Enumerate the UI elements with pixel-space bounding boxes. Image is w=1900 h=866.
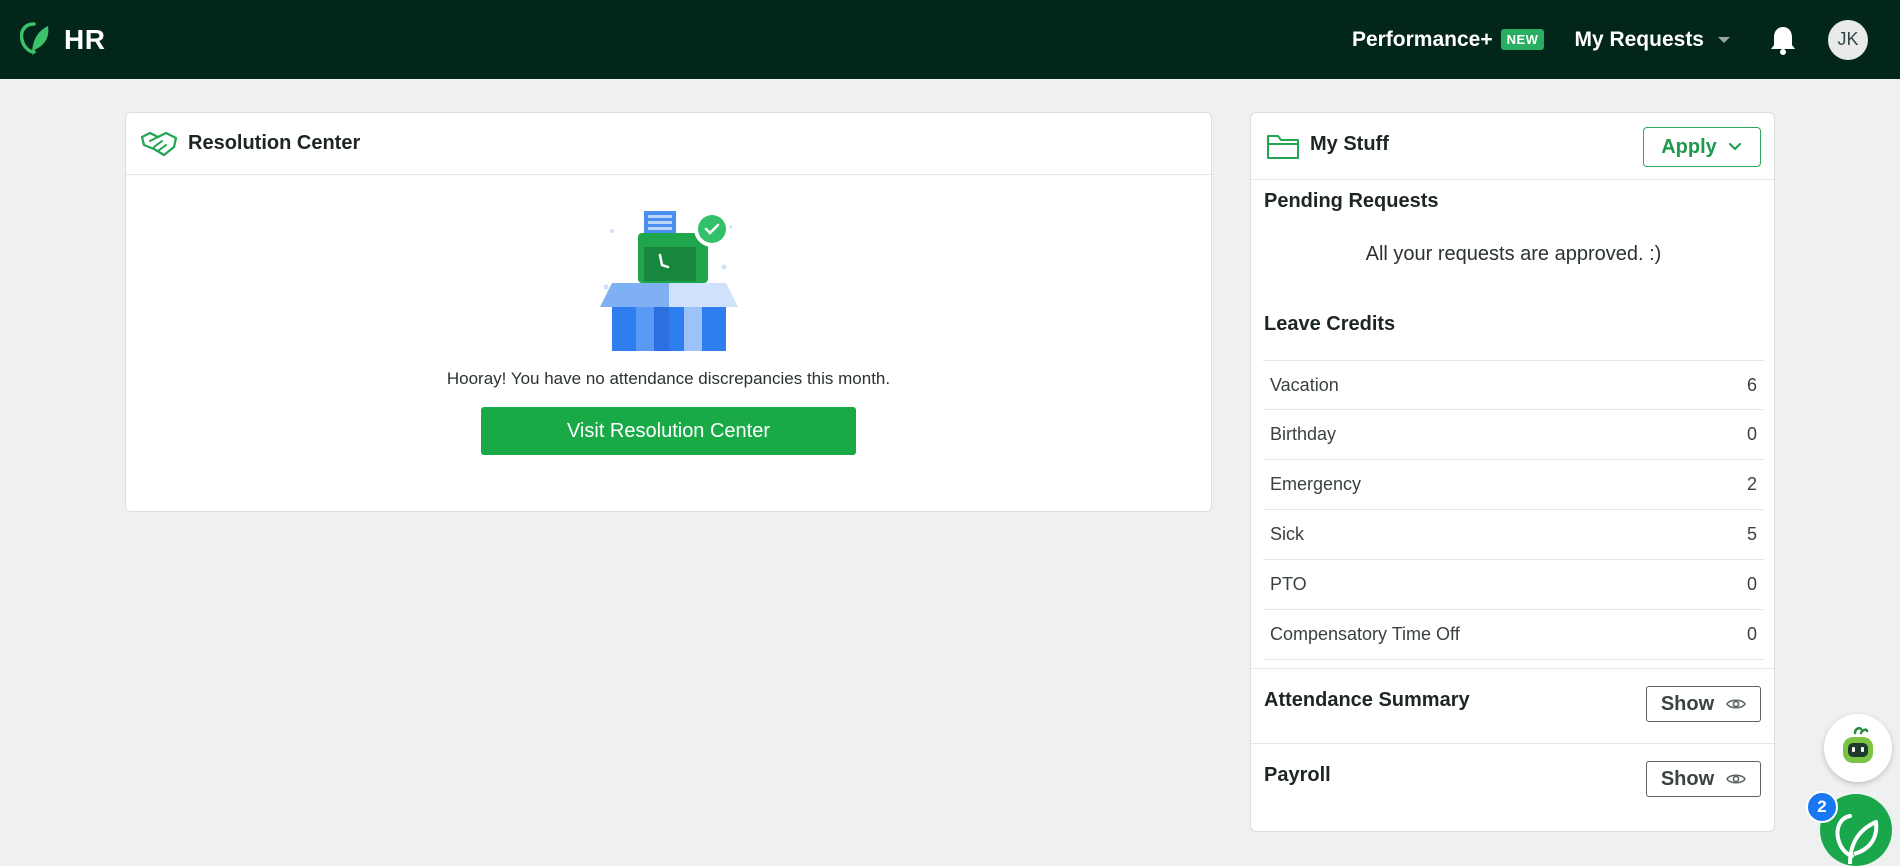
list-item: PTO 0 [1263, 560, 1764, 610]
leave-value: 0 [1746, 624, 1757, 644]
leave-value: 6 [1746, 374, 1757, 395]
leave-type: Compensatory Time Off [1270, 624, 1460, 644]
chevron-down-icon [1728, 143, 1741, 151]
show-attendance-button[interactable]: Show [1646, 686, 1761, 722]
list-item: Vacation 6 [1263, 360, 1764, 410]
avatar[interactable]: JK [1828, 19, 1868, 60]
leave-type: PTO [1270, 574, 1307, 594]
leave-value: 2 [1746, 474, 1757, 494]
show-payroll-button[interactable]: Show [1646, 761, 1761, 797]
notification-count-badge: 2 [1806, 791, 1838, 823]
resolution-center-card: Resolution Center Hooray! You have no at [125, 112, 1212, 512]
resolution-center-header: Resolution Center [126, 113, 1211, 175]
no-discrepancies-message: Hooray! You have no attendance discrepan… [446, 369, 891, 388]
leave-type: Birthday [1270, 424, 1337, 444]
list-item: Sick 5 [1263, 510, 1764, 560]
empty-box-illustration [599, 211, 738, 351]
folder-icon [1267, 135, 1299, 159]
eye-icon [1726, 774, 1747, 784]
performance-plus-link[interactable]: Performance+ NEW [1352, 28, 1545, 52]
brand[interactable]: HR [20, 20, 105, 60]
apply-label: Apply [1661, 135, 1717, 158]
my-stuff-card: My Stuff Apply Pending Requests All your… [1250, 112, 1776, 832]
leave-value: 0 [1746, 424, 1757, 444]
show-label: Show [1660, 692, 1715, 715]
pending-requests-message: All your requests are approved. :) [1365, 243, 1662, 265]
divider [1251, 668, 1776, 669]
list-item: Birthday 0 [1263, 410, 1764, 460]
chatbot-button[interactable] [1824, 714, 1892, 782]
bell-icon[interactable] [1768, 24, 1798, 56]
caret-down-icon [1718, 36, 1730, 43]
brand-name: HR [64, 23, 106, 55]
apply-dropdown-button[interactable]: Apply [1643, 127, 1761, 167]
handshake-icon [140, 131, 178, 156]
robot-icon [1843, 726, 1873, 763]
divider [1251, 743, 1776, 744]
leave-credits-list: Vacation 6 Birthday 0 Emergency 2 Sick 5… [1263, 360, 1764, 660]
my-requests-menu[interactable]: My Requests [1574, 28, 1730, 52]
resolution-center-title: Resolution Center [188, 132, 361, 154]
performance-label: Performance+ [1351, 27, 1493, 51]
leave-type: Vacation [1270, 374, 1339, 395]
leave-type: Sick [1270, 524, 1305, 544]
list-item: Emergency 2 [1263, 460, 1764, 510]
list-item: Compensatory Time Off 0 [1263, 610, 1764, 660]
leave-value: 0 [1746, 574, 1757, 594]
leave-credits-title: Leave Credits [1264, 313, 1396, 335]
pending-requests-title: Pending Requests [1264, 190, 1439, 212]
leave-type: Emergency [1270, 474, 1362, 494]
new-badge: NEW [1500, 29, 1545, 50]
show-label: Show [1660, 767, 1715, 790]
visit-resolution-center-button[interactable]: Visit Resolution Center [481, 407, 856, 455]
my-requests-label: My Requests [1574, 27, 1704, 51]
attendance-summary-title: Attendance Summary [1264, 689, 1470, 711]
eye-icon [1726, 699, 1747, 709]
my-stuff-title: My Stuff [1310, 133, 1389, 155]
my-stuff-header: My Stuff Apply [1251, 113, 1774, 180]
leave-value: 5 [1746, 524, 1757, 544]
payroll-title: Payroll [1264, 764, 1331, 786]
top-navbar: HR Performance+ NEW My Requests JK [0, 0, 1900, 79]
leaf-logo-icon [20, 21, 49, 56]
